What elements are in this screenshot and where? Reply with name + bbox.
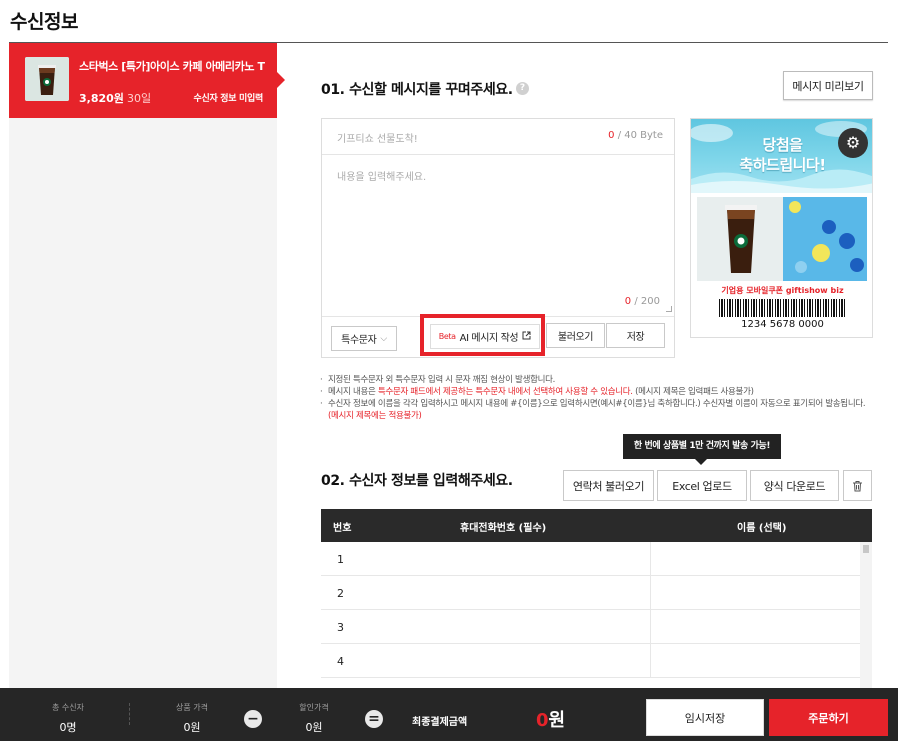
order-summary-bar: 총 수신자 0명 상품 가격 0원 − 할인가격 0원 = 최종결제금액 0원 … — [0, 688, 898, 741]
row-number: 1 — [337, 553, 344, 566]
barcode — [719, 299, 845, 317]
discount-value: 0원 — [305, 721, 323, 734]
recipient-status: 수신자 정보 미입력 — [193, 94, 263, 104]
note-text-emphasis: 특수문자 패드에서 제공하는 특수문자 내에서 선택하여 사용할 수 있습니다. — [377, 387, 633, 397]
message-section-title: 01. 수신할 메시지를 꾸며주세요. — [321, 82, 513, 98]
note-line: 메시지 내용은 특수문자 패드에서 제공하는 특수문자 내에서 선택하여 사용할… — [318, 386, 878, 398]
recipient-section-title: 02. 수신자 정보를 입력해주세요. — [321, 473, 513, 489]
product-quantity: 30일 — [127, 92, 152, 105]
card-banner: 당첨을 축하드립니다! ⚙ — [691, 119, 872, 193]
table-scrollbar[interactable] — [860, 542, 872, 688]
note-text: (메시지 제목은 입력패드 사용불가) — [632, 387, 754, 397]
barcode-number: 1234 5678 0000 — [741, 319, 824, 330]
table-row: 4 — [321, 644, 872, 678]
name-input[interactable] — [650, 576, 859, 610]
excel-upload-button[interactable]: Excel 업로드 — [657, 470, 747, 501]
recipient-table-body: 1 2 3 4 — [321, 542, 872, 688]
load-contacts-button[interactable]: 연락처 불러오기 — [563, 470, 654, 501]
name-input[interactable] — [650, 610, 859, 644]
product-card-selected[interactable]: 스타벅스 [특가]아이스 카페 아메리카노 T 3,820원 30일 수신자 정… — [9, 43, 285, 118]
discount-label: 할인가격 — [299, 703, 329, 712]
phone-input[interactable] — [355, 576, 650, 610]
product-list-panel: 스타벅스 [특가]아이스 카페 아메리카노 T 3,820원 30일 수신자 정… — [9, 43, 285, 688]
table-row: 1 — [321, 542, 872, 576]
product-price: 3,820원 — [79, 92, 124, 105]
column-header-phone: 휴대전화번호 (필수) — [460, 523, 547, 534]
card-preview: 당첨을 축하드립니다! ⚙ 기업용 모바일쿠폰 giftishow biz 12… — [690, 118, 873, 338]
resize-handle-icon[interactable] — [666, 306, 672, 312]
special-char-label: 특수문자 — [341, 335, 377, 346]
page-title: 수신정보 — [10, 11, 78, 33]
order-button[interactable]: 주문하기 — [769, 699, 888, 736]
load-message-button[interactable]: 불러오기 — [546, 323, 605, 348]
column-header-number: 번호 — [333, 523, 352, 534]
note-text: 메시지 내용은 — [328, 387, 378, 397]
note-line: 수신자 정보에 이름을 각각 입력하시고 메시지 내용에 #{이름}으로 입력하… — [318, 398, 878, 422]
giftishow-logo: 기업용 모바일쿠폰 giftishow biz — [721, 286, 844, 295]
gear-icon[interactable]: ⚙ — [838, 128, 868, 158]
char-max: / 200 — [631, 296, 660, 307]
column-header-name: 이름 (선택) — [737, 523, 787, 534]
equals-icon: = — [365, 710, 383, 728]
table-row: 2 — [321, 576, 872, 610]
note-text-emphasis: (메시지 제목에는 적용불가) — [328, 411, 422, 421]
product-price-value: 0원 — [183, 721, 201, 734]
phone-input[interactable] — [355, 644, 650, 678]
row-number: 3 — [337, 621, 344, 634]
phone-input[interactable] — [355, 610, 650, 644]
name-input[interactable] — [650, 542, 859, 576]
save-message-button[interactable]: 저장 — [606, 323, 665, 348]
message-preview-button[interactable]: 메시지 미리보기 — [783, 71, 873, 100]
chevron-down-icon: ⌵ — [380, 333, 387, 344]
total-recipients-label: 총 수신자 — [52, 703, 84, 712]
ai-button-highlight — [420, 314, 545, 356]
final-amount-number: 0 — [536, 710, 549, 731]
row-number: 2 — [337, 587, 344, 600]
final-amount-label: 최종결제금액 — [412, 717, 468, 728]
banner-line-2: 축하드립니다! — [739, 156, 826, 174]
table-row: 3 — [321, 610, 872, 644]
message-notes: 지정된 특수문자 외 특수문자 입력 시 문자 깨짐 현상이 발생합니다. 메시… — [318, 374, 878, 422]
byte-max: / 40 Byte — [614, 130, 663, 141]
message-subject-input[interactable]: 기프티쇼 선물도착! 0 / 40 Byte — [322, 119, 674, 155]
char-counter: 0 / 200 — [625, 296, 660, 307]
trash-icon[interactable] — [843, 470, 872, 501]
final-amount-value: 0원 — [536, 706, 565, 732]
special-char-button[interactable]: 특수문자 ⌵ — [331, 326, 397, 351]
product-image — [697, 197, 867, 281]
byte-counter: 0 / 40 Byte — [608, 130, 663, 141]
subject-placeholder: 기프티쇼 선물도착! — [337, 134, 418, 145]
summary-divider — [129, 703, 130, 725]
total-recipients-value: 0명 — [59, 721, 77, 734]
message-body-input[interactable]: 내용을 입력해주세요. 0 / 200 — [322, 156, 674, 316]
template-download-button[interactable]: 양식 다운로드 — [750, 470, 839, 501]
question-icon[interactable]: ? — [516, 82, 529, 95]
note-text: 수신자 정보에 이름을 각각 입력하시고 메시지 내용에 #{이름}으로 입력하… — [328, 399, 866, 409]
phone-input[interactable] — [355, 542, 650, 576]
note-line: 지정된 특수문자 외 특수문자 입력 시 문자 깨짐 현상이 발생합니다. — [318, 374, 878, 386]
temp-save-button[interactable]: 임시저장 — [646, 699, 764, 736]
minus-icon: − — [244, 710, 262, 728]
recipient-table-header: 번호 휴대전화번호 (필수) 이름 (선택) — [321, 509, 872, 542]
final-amount-unit: 원 — [548, 710, 566, 731]
body-placeholder: 내용을 입력해주세요. — [337, 172, 427, 183]
row-number: 4 — [337, 655, 344, 668]
product-name: 스타벅스 [특가]아이스 카페 아메리카노 T — [79, 60, 265, 73]
scrollbar-thumb[interactable] — [863, 545, 869, 553]
upload-tooltip: 한 번에 상품별 1만 건까지 발송 가능! — [623, 434, 781, 465]
name-input[interactable] — [650, 644, 859, 678]
product-thumbnail — [25, 57, 69, 101]
product-price-label: 상품 가격 — [176, 703, 208, 712]
